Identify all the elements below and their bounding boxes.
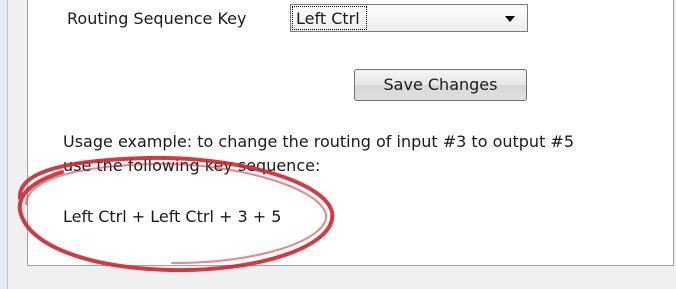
- settings-panel: Routing Sequence Key Left Ctrl Save Chan…: [27, 0, 674, 266]
- save-changes-button[interactable]: Save Changes: [354, 69, 527, 101]
- usage-example-line2: use the following key sequence:: [63, 156, 321, 175]
- usage-example-line1: Usage example: to change the routing of …: [63, 132, 575, 151]
- window-left-border: [0, 0, 8, 289]
- routing-sequence-value: Left Ctrl: [292, 6, 367, 30]
- routing-sequence-label: Routing Sequence Key: [67, 9, 247, 28]
- routing-sequence-select[interactable]: Left Ctrl: [290, 4, 528, 32]
- key-sequence-example: Left Ctrl + Left Ctrl + 3 + 5: [63, 207, 282, 226]
- chevron-down-icon: [505, 16, 515, 22]
